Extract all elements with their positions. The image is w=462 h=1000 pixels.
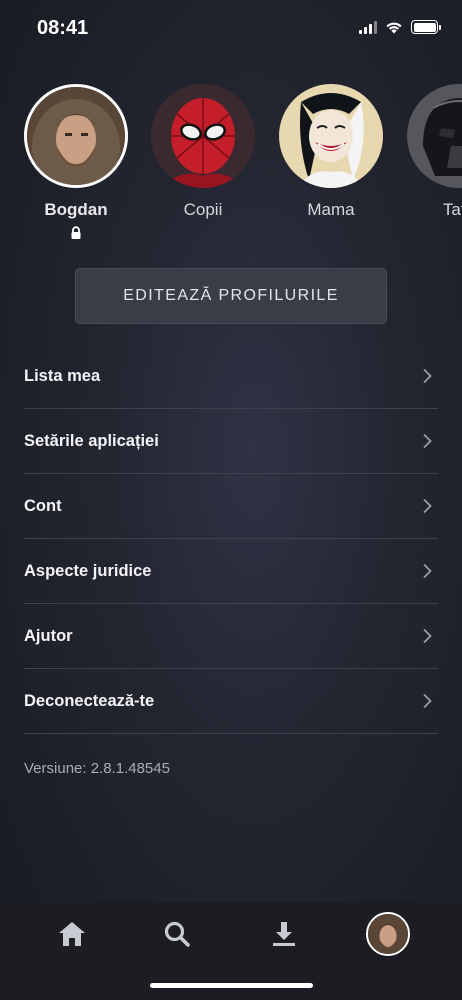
menu-item-app-settings[interactable]: Setările aplicației <box>24 409 438 474</box>
settings-menu: Lista mea Setările aplicației Cont Aspec… <box>24 344 438 734</box>
menu-item-label: Deconectează-te <box>24 691 155 710</box>
menu-item-account[interactable]: Cont <box>24 474 438 539</box>
lock-icon <box>71 226 81 239</box>
status-bar: 08:41 <box>0 0 462 56</box>
menu-item-legal[interactable]: Aspecte juridice <box>24 539 438 604</box>
avatar[interactable] <box>151 84 255 188</box>
menu-item-label: Ajutor <box>24 626 73 645</box>
home-indicator[interactable] <box>150 983 313 988</box>
chevron-right-icon <box>423 498 432 514</box>
menu-item-label: Lista mea <box>24 366 101 385</box>
profile-mama[interactable]: Mama <box>279 84 383 220</box>
profiles-row: Bogdan Copii Mama Ta <box>0 84 462 254</box>
battery-icon <box>411 20 441 34</box>
search-icon <box>164 921 190 947</box>
cellular-signal-icon <box>359 20 377 34</box>
chevron-right-icon <box>423 368 432 384</box>
profile-avatar[interactable] <box>366 912 410 956</box>
avatar[interactable] <box>407 84 462 188</box>
download-icon <box>273 922 295 946</box>
profile-name: Tata <box>442 200 462 219</box>
menu-item-help[interactable]: Ajutor <box>24 604 438 669</box>
profile-name: Mama <box>307 200 355 219</box>
profile-copii[interactable]: Copii <box>151 84 255 220</box>
version-text: Versiune: 2.8.1.48545 <box>24 760 170 777</box>
profile-name: Copii <box>183 200 223 219</box>
profile-bogdan[interactable]: Bogdan <box>24 84 128 240</box>
status-time: 08:41 <box>37 17 89 39</box>
tab-search[interactable] <box>155 912 199 956</box>
edit-profiles-button[interactable]: EDITEAZĂ PROFILURILE <box>75 268 387 324</box>
avatar[interactable] <box>279 84 383 188</box>
tab-home[interactable] <box>50 912 94 956</box>
chevron-right-icon <box>423 693 432 709</box>
status-icons <box>359 20 441 34</box>
home-icon <box>59 922 85 946</box>
menu-item-label: Cont <box>24 496 62 515</box>
menu-item-label: Aspecte juridice <box>24 561 152 580</box>
chevron-right-icon <box>423 628 432 644</box>
profile-tata[interactable]: Tata <box>407 84 462 220</box>
menu-item-logout[interactable]: Deconectează-te <box>24 669 438 734</box>
chevron-right-icon <box>423 433 432 449</box>
menu-item-label: Setările aplicației <box>24 431 159 450</box>
menu-item-my-list[interactable]: Lista mea <box>24 344 438 409</box>
tab-profile[interactable] <box>366 912 410 956</box>
wifi-icon <box>386 22 402 34</box>
profile-name: Bogdan <box>44 200 108 219</box>
tab-downloads[interactable] <box>262 912 306 956</box>
chevron-right-icon <box>423 563 432 579</box>
avatar[interactable] <box>24 84 128 188</box>
